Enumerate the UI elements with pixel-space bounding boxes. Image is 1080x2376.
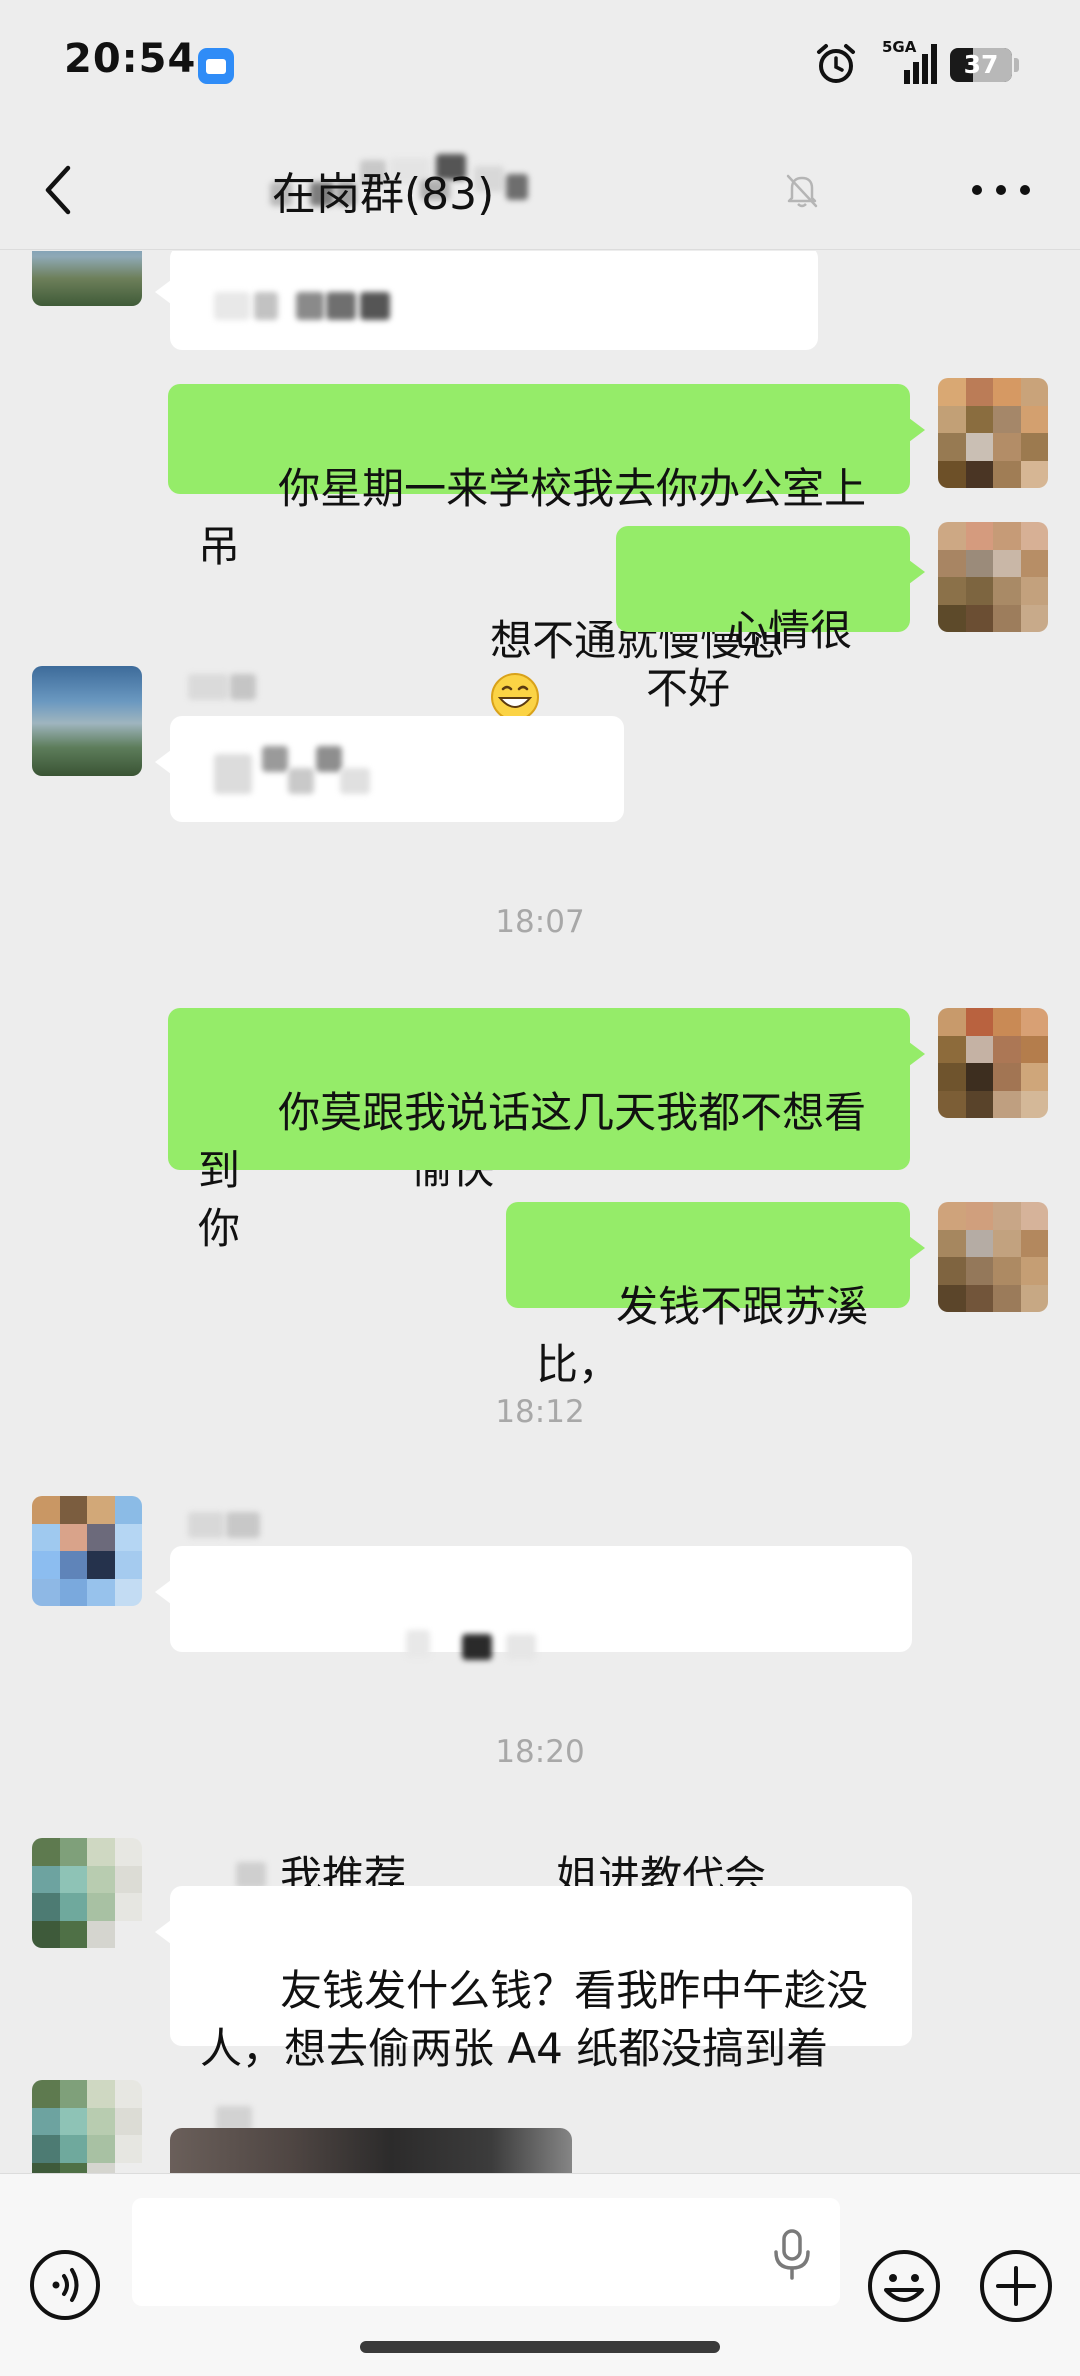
message-bubble[interactable]: 你星期一来学校我去你办公室上吊: [168, 384, 925, 571]
avatar[interactable]: [32, 1496, 142, 1606]
message-bubble[interactable]: 你莫跟我说话这几天我都不想看到 你: [168, 1008, 925, 1253]
grinning-emoji-icon: [491, 673, 540, 721]
message-bubble[interactable]: 想不通就慢慢想: [155, 251, 818, 721]
battery-cap: [1014, 58, 1019, 72]
avatar[interactable]: [32, 2080, 142, 2173]
alarm-icon: [817, 44, 855, 83]
voice-icon[interactable]: [28, 2248, 102, 2322]
message-bubble[interactable]: 友钱发什么钱？看我昨中午趁没 人，想去偷两张 A4 纸都没搞到着: [155, 1886, 912, 2073]
avatar[interactable]: [938, 378, 1048, 488]
image-message[interactable]: [170, 2128, 572, 2173]
more-dots-icon[interactable]: [972, 182, 1032, 198]
app-notification-icon: [198, 48, 234, 84]
status-time: 20:54: [64, 36, 197, 82]
plus-icon[interactable]: [978, 2248, 1054, 2324]
back-arrow-icon[interactable]: [38, 162, 78, 218]
nav-bar: 在岗群(83): [0, 130, 1080, 250]
home-indicator[interactable]: [360, 2341, 720, 2353]
message-text: 友钱发什么钱？看我昨中午趁没 人，想去偷两张 A4 纸都没搞到着: [200, 1966, 869, 2073]
timestamp: 18:12: [495, 1394, 585, 1430]
microphone-icon[interactable]: [768, 2228, 816, 2280]
chat-area[interactable]: 想不通就慢慢想 你星期一来学校我去你办公室上吊 心情很不好 18:07 你莫跟我…: [0, 251, 1080, 2173]
signal-icon: [904, 44, 937, 84]
message-bubble[interactable]: 周末愉快: [155, 716, 624, 1193]
timestamp: 18:07: [495, 904, 585, 940]
battery-percent: 37: [963, 50, 999, 79]
message-input-field[interactable]: [132, 2198, 840, 2306]
mute-bell-icon: [786, 174, 818, 208]
redacted-name: [406, 1622, 556, 1662]
message-text: 发钱不跟苏溪比，: [536, 1282, 869, 1389]
emoji-icon[interactable]: [866, 2248, 942, 2324]
avatar[interactable]: [938, 1202, 1048, 1312]
avatar[interactable]: [938, 1008, 1048, 1118]
status-bar: 20:54 5GA 37: [0, 0, 1080, 130]
message-bubble[interactable]: 发钱不跟苏溪比，: [506, 1202, 925, 1389]
avatar[interactable]: [32, 251, 142, 306]
message-bubble[interactable]: 我推荐 姐进教代会: [155, 1546, 912, 1957]
message-text: 心情很不好: [646, 606, 853, 713]
message-bubble[interactable]: 心情很不好: [616, 526, 925, 713]
group-name: 在岗群(83): [272, 169, 495, 220]
message-input[interactable]: [132, 2198, 752, 2306]
avatar[interactable]: [32, 666, 142, 776]
timestamp: 18:20: [495, 1734, 585, 1770]
avatar[interactable]: [938, 522, 1048, 632]
avatar[interactable]: [32, 1838, 142, 1948]
